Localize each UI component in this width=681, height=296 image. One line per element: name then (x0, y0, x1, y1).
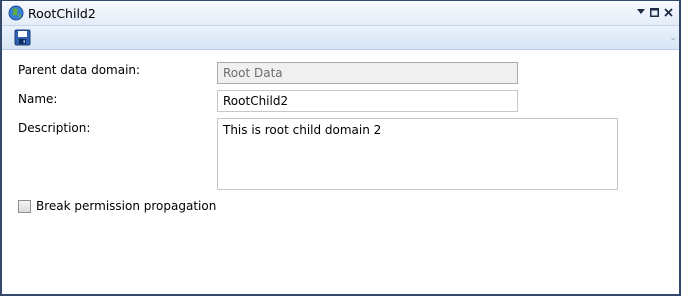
parent-domain-field: Root Data (217, 62, 518, 84)
name-field[interactable]: RootChild2 (217, 90, 518, 112)
pin-icon[interactable] (634, 5, 648, 19)
toolbar-overflow-icon[interactable]: ⌄ (669, 30, 677, 46)
close-icon[interactable] (661, 5, 675, 19)
toolbar: ⌄ (2, 26, 679, 50)
break-permission-checkbox[interactable] (18, 199, 31, 213)
break-permission-label: Break permission propagation (36, 199, 217, 213)
parent-domain-label: Parent data domain: (18, 63, 141, 77)
domain-editor-window: RootChild2 ⌄ Parent data domain: Root Da… (0, 0, 681, 296)
globe-icon (8, 5, 24, 21)
break-permission-checkbox-row[interactable]: Break permission propagation (18, 199, 216, 213)
description-label: Description: (18, 121, 91, 135)
title-bar: RootChild2 (2, 1, 679, 26)
maximize-icon[interactable] (647, 5, 661, 19)
window-title: RootChild2 (28, 6, 96, 21)
description-field[interactable]: This is root child domain 2 (217, 118, 618, 190)
save-icon[interactable] (14, 29, 31, 46)
name-label: Name: (18, 92, 58, 106)
